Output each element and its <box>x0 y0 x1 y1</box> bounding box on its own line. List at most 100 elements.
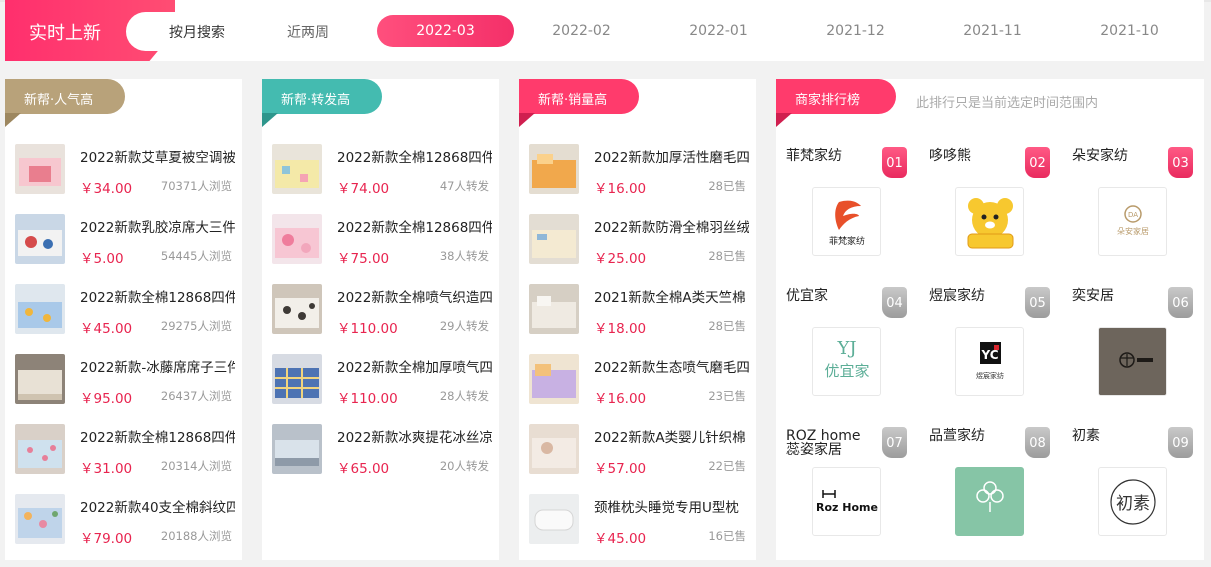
tag-label: 新帮·人气高 <box>5 79 125 114</box>
product-price: ￥25.00 <box>594 251 647 267</box>
shop-name: 哆哆熊 <box>929 148 971 164</box>
product-image <box>15 354 65 404</box>
product-price: ￥45.00 <box>594 531 647 547</box>
product-title: 2022新款全棉12868四件 <box>80 290 235 306</box>
svg-text:菲梵家纺: 菲梵家纺 <box>829 235 865 247</box>
tab-last-two-weeks[interactable]: 近两周 <box>287 22 329 42</box>
product-image <box>529 424 579 474</box>
shop-card[interactable]: 优宜家 04 YJ 优宜家 <box>776 287 916 427</box>
product-image <box>529 354 579 404</box>
svg-text:朵安家居: 朵安家居 <box>1117 226 1149 236</box>
product-item[interactable]: 2022新款加厚活性磨毛四件 ￥16.00 28已售 <box>519 144 756 204</box>
product-item[interactable]: 2022新款防滑全棉羽丝绒 ￥25.00 28已售 <box>519 214 756 274</box>
shop-card[interactable]: 煜宸家纺 05 YC 煜宸家纺 <box>919 287 1059 427</box>
product-item[interactable]: 2022新款全棉12868四件 ￥45.00 29275人浏览 <box>5 284 242 344</box>
rank-badge: 07 <box>882 427 907 458</box>
product-stat: 23已售 <box>708 389 746 403</box>
date-tab-2022-02[interactable]: 2022-02 <box>513 15 650 47</box>
product-stat: 54445人浏览 <box>160 249 232 263</box>
product-title: 2022新款全棉12868四件 <box>80 430 235 446</box>
shop-card[interactable]: 菲梵家纺 01 菲梵家纺 <box>776 147 916 287</box>
product-item[interactable]: 2022新款生态喷气磨毛四件 ￥16.00 23已售 <box>519 354 756 414</box>
product-stat: 38人转发 <box>439 249 489 263</box>
shop-name: 朵安家纺 <box>1072 148 1128 164</box>
column-tag: 新帮·销量高 <box>519 79 639 128</box>
product-price: ￥57.00 <box>594 461 647 477</box>
svg-text:YC: YC <box>980 348 998 362</box>
date-tab-2022-01[interactable]: 2022-01 <box>650 15 787 47</box>
product-price: ￥45.00 <box>80 321 133 337</box>
product-price: ￥16.00 <box>594 391 647 407</box>
product-stat: 28人转发 <box>439 389 489 403</box>
product-image <box>529 284 579 334</box>
shop-card[interactable]: ROZ home 蕊姿家居 07 Roz Home <box>776 427 916 567</box>
product-item[interactable]: 2022新款全棉12868四件 ￥31.00 20314人浏览 <box>5 424 242 484</box>
rank-badge: 05 <box>1025 287 1050 318</box>
popular-column: 新帮·人气高 2022新款艾草夏被空调被 ￥34.00 70371人浏览 202… <box>5 79 242 560</box>
product-price: ￥79.00 <box>80 531 133 547</box>
product-image <box>272 144 322 194</box>
product-image <box>272 284 322 334</box>
product-title: 2022新款全棉12868四件 <box>337 220 492 236</box>
product-image <box>529 144 579 194</box>
shop-card[interactable]: 朵安家纺 03 DA 朵安家居 <box>1062 147 1202 287</box>
bear-logo-icon <box>955 187 1024 256</box>
product-image <box>15 144 65 194</box>
shop-card[interactable]: 哆哆熊 02 <box>919 147 1059 287</box>
product-item[interactable]: 2022新款40支全棉斜纹四件 ￥79.00 20188人浏览 <box>5 494 242 554</box>
product-image <box>272 214 322 264</box>
product-title: 2022新款全棉12868四件 <box>337 150 492 166</box>
product-image <box>529 214 579 264</box>
roz-logo-icon: Roz Home <box>812 467 881 536</box>
shop-name: 品萱家纺 <box>929 428 985 444</box>
sales-column: 新帮·销量高 2022新款加厚活性磨毛四件 ￥16.00 28已售 2022新款… <box>519 79 756 560</box>
product-stat: 20人转发 <box>439 459 489 473</box>
product-image <box>272 424 322 474</box>
svg-text:煜宸家纺: 煜宸家纺 <box>976 371 1004 380</box>
product-item[interactable]: 2022新款A类婴儿针织棉 ￥57.00 22已售 <box>519 424 756 484</box>
product-title: 2022新款乳胶凉席大三件 <box>80 220 235 236</box>
svg-text:优宜家: 优宜家 <box>824 362 869 380</box>
product-item[interactable]: 2022新款全棉加厚喷气四件 ￥110.00 28人转发 <box>262 354 499 414</box>
rank-badge: 04 <box>882 287 907 318</box>
date-tab-2022-03[interactable]: 2022-03 <box>377 15 514 47</box>
product-price: ￥31.00 <box>80 461 133 477</box>
column-tag: 新帮·人气高 <box>5 79 125 128</box>
shop-card[interactable]: 奕安居 06 <box>1062 287 1202 427</box>
product-stat: 70371人浏览 <box>160 179 232 193</box>
shop-name: 初素 <box>1072 428 1100 444</box>
product-item[interactable]: 2022新款全棉12868四件 ￥74.00 47人转发 <box>262 144 499 204</box>
pinxuan-logo-icon <box>955 467 1024 536</box>
product-item[interactable]: 2022新款艾草夏被空调被 ￥34.00 70371人浏览 <box>5 144 242 204</box>
product-image <box>15 494 65 544</box>
product-stat: 47人转发 <box>439 179 489 193</box>
product-title: 2022新款防滑全棉羽丝绒 <box>594 220 749 236</box>
product-title: 2022新款全棉加厚喷气四件 <box>337 360 492 376</box>
product-stat: 22已售 <box>708 459 746 473</box>
tab-search-by-month[interactable]: 按月搜索 <box>169 22 225 42</box>
product-item[interactable]: 2022新款冰爽提花冰丝凉席 ￥65.00 20人转发 <box>262 424 499 484</box>
product-title: 2022新款生态喷气磨毛四件 <box>594 360 749 376</box>
date-tab-2021-11[interactable]: 2021-11 <box>924 15 1061 47</box>
product-stat: 26437人浏览 <box>160 389 232 403</box>
product-title: 2022新款加厚活性磨毛四件 <box>594 150 749 166</box>
rank-badge: 03 <box>1168 147 1193 178</box>
product-title: 2022新款冰爽提花冰丝凉席 <box>337 430 492 446</box>
product-item[interactable]: 2022新款-冰藤席席子三件 ￥95.00 26437人浏览 <box>5 354 242 414</box>
product-item[interactable]: 2021新款全棉A类天竺棉 ￥18.00 28已售 <box>519 284 756 344</box>
shop-ranking-panel: 商家排行榜 此排行只是当前选定时间范围内 菲梵家纺 01 菲梵家纺 哆哆熊 02… <box>776 79 1204 560</box>
product-price: ￥65.00 <box>337 461 390 477</box>
product-stat: 29275人浏览 <box>160 319 232 333</box>
shop-card[interactable]: 品萱家纺 08 <box>919 427 1059 567</box>
product-image <box>15 214 65 264</box>
product-stat: 20188人浏览 <box>160 529 232 543</box>
date-tab-2021-12[interactable]: 2021-12 <box>787 15 924 47</box>
product-item[interactable]: 2022新款乳胶凉席大三件 ￥5.00 54445人浏览 <box>5 214 242 274</box>
shop-name: 奕安居 <box>1072 288 1114 304</box>
product-item[interactable]: 2022新款全棉12868四件 ￥75.00 38人转发 <box>262 214 499 274</box>
yuchen-logo-icon: YC 煜宸家纺 <box>955 327 1024 396</box>
date-tab-2021-10[interactable]: 2021-10 <box>1061 15 1198 47</box>
shop-card[interactable]: 初素 09 初素 <box>1062 427 1202 567</box>
product-item[interactable]: 颈椎枕头睡觉专用U型枕 ￥45.00 16已售 <box>519 494 756 554</box>
product-item[interactable]: 2022新款全棉喷气织造四件 ￥110.00 29人转发 <box>262 284 499 344</box>
